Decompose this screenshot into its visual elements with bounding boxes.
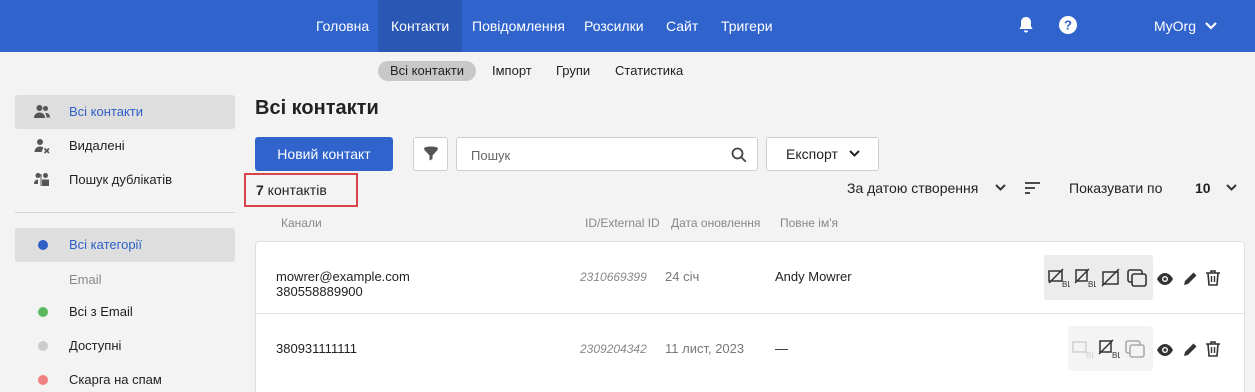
sidebar-category-all[interactable]: Всі категорії [15,228,235,262]
sidebar-item-label: Всі контакти [69,104,144,119]
filter-button[interactable] [413,137,448,171]
bell-icon[interactable] [1015,14,1037,36]
row-divider [256,313,1244,314]
email-blacklist-icon: BL [1072,341,1094,360]
export-button[interactable]: Експорт [766,137,879,171]
phone-blacklist-icon: BL [1074,268,1096,289]
view-icon[interactable] [1156,341,1174,359]
subnav-groups[interactable]: Групи [556,61,590,81]
new-contact-button[interactable]: Новий контакт [255,137,393,171]
phone-blacklist-icon: BL [1098,339,1120,360]
sidebar-item-label: Всі з Email [69,304,133,319]
chevron-down-icon[interactable] [1226,184,1237,192]
sidebar-item-label: Доступні [69,338,122,353]
contact-updated: 24 січ [665,269,700,284]
org-name: MyOrg [1154,18,1196,34]
chevron-down-icon [1205,22,1217,30]
category-dot [38,341,48,351]
category-dot [38,375,48,385]
top-navigation: Головна Контакти Повідомлення Розсилки С… [0,0,1255,52]
contacts-table: mowrer@example.com 380558889900 23106693… [255,241,1245,392]
messenger-icon [1125,340,1145,358]
edit-icon[interactable] [1181,270,1199,288]
contact-name[interactable]: Andy Mowrer [775,270,852,284]
category-dot [38,240,48,250]
sidebar-item-label: Пошук дублікатів [69,172,173,187]
subnav-all-contacts[interactable]: Всі контакти [378,61,477,81]
search-field [456,137,758,171]
column-header-id: ID/External ID [585,216,660,230]
contact-updated: 11 лист, 2023 [665,341,745,356]
duplicates-icon [34,173,49,186]
sidebar-item-label: Видалені [69,138,125,153]
email-unsubscribed-icon [1101,268,1120,287]
channel-status-group: BL BL [1044,255,1153,300]
sidebar-category-available[interactable]: Доступні [15,329,235,363]
column-header-channels: Канали [281,216,322,230]
edit-icon[interactable] [1181,341,1199,359]
messenger-icon [1127,269,1147,287]
contact-id: 2310669399 [580,270,647,284]
nav-home[interactable]: Головна [316,0,369,52]
delete-icon[interactable] [1204,340,1222,358]
sidebar-category-all-email[interactable]: Всі з Email [15,295,235,329]
count-label: контактів [263,182,327,198]
delete-icon[interactable] [1204,269,1222,287]
users-icon [34,105,50,118]
subnav-import[interactable]: Імпорт [492,61,532,81]
sidebar-item-all-contacts[interactable]: Всі контакти [15,95,235,129]
svg-text:BL: BL [1062,280,1070,289]
sidebar-item-label: Всі категорії [69,237,143,252]
svg-text:BL: BL [1112,351,1120,360]
nav-campaigns[interactable]: Розсилки [584,0,644,52]
export-label: Експорт [786,146,838,162]
sort-select[interactable]: За датою створення [847,180,978,196]
filter-icon [424,146,438,161]
contacts-count: 7 контактів [256,182,327,198]
svg-text:BL: BL [1086,351,1094,360]
sidebar-item-deleted[interactable]: Видалені [15,129,235,163]
chevron-down-icon [849,150,860,157]
subnav-statistics[interactable]: Статистика [615,61,683,81]
help-icon[interactable]: ? [1057,14,1079,36]
count-number: 7 [256,182,264,198]
channel-status-group: BL BL [1068,326,1153,371]
contact-email: mowrer@example.com [276,269,410,284]
sidebar-item-duplicates[interactable]: Пошук дублікатів [15,163,235,197]
search-icon[interactable] [731,147,747,163]
column-header-updated: Дата оновлення [671,216,761,230]
sidebar-divider [15,212,235,213]
nav-site[interactable]: Сайт [666,0,698,52]
nav-contacts[interactable]: Контакти [378,0,463,52]
sidebar-item-label: Скарга на спам [69,372,162,387]
contact-phone: 380931111111 [276,341,357,356]
per-page-select[interactable]: 10 [1195,180,1211,196]
svg-text:?: ? [1064,18,1072,33]
contact-phone: 380558889900 [276,284,363,299]
column-header-name: Повне ім'я [780,216,839,230]
nav-triggers[interactable]: Тригери [721,0,773,52]
contact-name[interactable]: — [775,342,788,356]
contacts-count-highlight: 7 контактів [244,173,358,207]
svg-text:BL: BL [1088,280,1096,289]
sidebar-group-email: Email [69,272,102,287]
category-dot [38,307,48,317]
contact-id: 2309204342 [580,342,647,356]
chevron-down-icon[interactable] [995,184,1006,192]
search-input[interactable] [471,146,721,164]
user-remove-icon [34,139,50,154]
sidebar-category-spam[interactable]: Скарга на спам [15,363,235,392]
page-title: Всі контакти [255,97,379,119]
email-blacklist-icon: BL [1048,268,1070,289]
per-page-label: Показувати по [1069,180,1163,196]
sort-order-icon[interactable] [1025,181,1040,195]
nav-messages[interactable]: Повідомлення [472,0,565,52]
view-icon[interactable] [1156,270,1174,288]
org-switcher[interactable]: MyOrg [1154,0,1217,52]
